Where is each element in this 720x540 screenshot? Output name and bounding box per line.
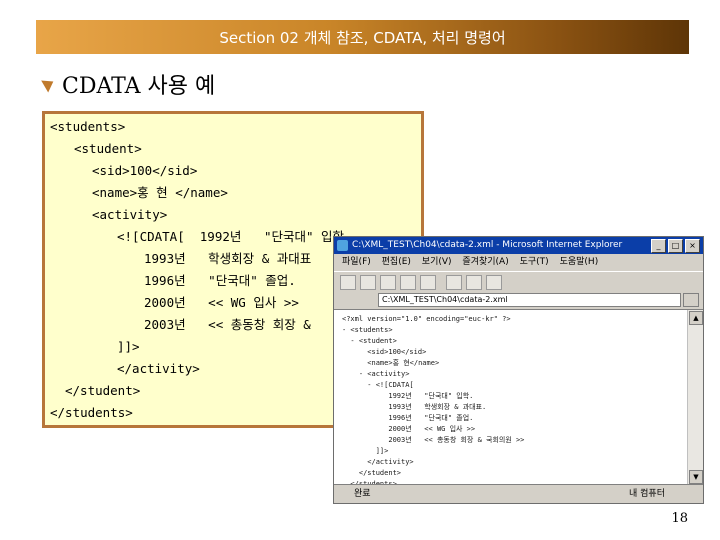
code-line: <student> (74, 141, 142, 156)
browser-title: C:\XML_TEST\Ch04\cdata-2.xml - Microsoft… (352, 240, 623, 250)
code-line: <![CDATA[ 1992년 "단국대" 입학. (117, 229, 352, 244)
browser-toolbar (334, 271, 703, 293)
bullet-icon (41, 75, 57, 93)
search-icon[interactable] (446, 275, 462, 290)
code-line: </student> (65, 383, 141, 398)
menu-edit[interactable]: 편집(E) (382, 257, 411, 267)
code-line: <sid>100</sid> (92, 163, 198, 178)
menu-file[interactable]: 파일(F) (342, 257, 371, 267)
status-bar: 완료 내 컴퓨터 (334, 484, 703, 503)
browser-content: <?xml version="1.0" encoding="euc-kr" ?>… (334, 310, 687, 488)
code-line: 2000년 << WG 입사 >> (144, 295, 299, 310)
scroll-down-icon[interactable]: ▼ (689, 470, 703, 484)
menu-tools[interactable]: 도구(T) (520, 257, 549, 267)
xml-line[interactable]: - <student> (342, 337, 396, 346)
code-line: 1996년 "단국대" 졸업. (144, 273, 296, 288)
refresh-icon[interactable] (400, 275, 416, 290)
vertical-scrollbar[interactable]: ▲ ▼ (687, 310, 703, 485)
xml-line: </student> (342, 469, 402, 477)
browser-menubar: 파일(F) 편집(E) 보기(V) 즐겨찾기(A) 도구(T) 도움말(H) (334, 254, 703, 271)
xml-line: 1996년 "단국대" 졸업. (342, 414, 474, 422)
forward-icon[interactable] (360, 275, 376, 290)
menu-view[interactable]: 보기(V) (422, 257, 452, 267)
browser-window: C:\XML_TEST\Ch04\cdata-2.xml - Microsoft… (333, 236, 704, 504)
maximize-button[interactable]: □ (668, 239, 683, 253)
xml-line: 2000년 << WG 입사 >> (342, 425, 476, 433)
code-line: <students> (50, 119, 126, 134)
address-input[interactable]: C:\XML_TEST\Ch04\cdata-2.xml (378, 293, 681, 307)
menu-help[interactable]: 도움말(H) (560, 257, 599, 267)
code-line: 1993년 학생회장 & 과대표 (144, 251, 312, 266)
back-icon[interactable] (340, 275, 356, 290)
code-line: </students> (50, 405, 133, 420)
xml-line: <sid>100</sid> (342, 348, 427, 356)
xml-line[interactable]: - <activity> (342, 370, 410, 379)
xml-line: <?xml version="1.0" encoding="euc-kr" ?> (342, 315, 511, 323)
minimize-button[interactable]: _ (651, 239, 666, 253)
menu-favorites[interactable]: 즐겨찾기(A) (462, 257, 508, 267)
xml-line: 2003년 << 총동창 회장 & 국회의원 >> (342, 436, 525, 444)
page-number: 18 (671, 511, 688, 526)
slide-header-title: Section 02 개체 참조, CDATA, 처리 명령어 (219, 28, 506, 47)
browser-title-bar[interactable]: C:\XML_TEST\Ch04\cdata-2.xml - Microsoft… (334, 237, 703, 254)
close-button[interactable]: × (685, 239, 700, 253)
scroll-up-icon[interactable]: ▲ (689, 311, 703, 325)
favorites-icon[interactable] (466, 275, 482, 290)
code-line: ]]> (117, 339, 140, 354)
xml-line: 1992년 "단국대" 입학. (342, 392, 474, 400)
go-button[interactable] (683, 293, 699, 307)
ie-logo-icon (337, 240, 348, 251)
home-icon[interactable] (420, 275, 436, 290)
status-text: 완료 (354, 489, 371, 499)
xml-line: ]]> (342, 447, 389, 455)
code-line: <name>홍 현 </name> (92, 185, 228, 200)
heading-text: CDATA 사용 예 (62, 74, 216, 99)
code-line: <activity> (92, 207, 168, 222)
stop-icon[interactable] (380, 275, 396, 290)
xml-line[interactable]: - <![CDATA[ (342, 381, 413, 390)
code-line: </activity> (117, 361, 200, 376)
xml-line: <name>홍 현</name> (342, 359, 440, 367)
address-bar: C:\XML_TEST\Ch04\cdata-2.xml (334, 291, 703, 310)
slide-header: Section 02 개체 참조, CDATA, 처리 명령어 (36, 20, 689, 54)
xml-line[interactable]: - <students> (342, 326, 393, 335)
history-icon[interactable] (486, 275, 502, 290)
zone-text: 내 컴퓨터 (629, 489, 665, 499)
code-line: 2003년 << 총동창 회장 & (144, 317, 311, 332)
xml-line: 1993년 학생회장 & 과대표. (342, 403, 487, 411)
xml-line: </activity> (342, 458, 414, 466)
slide-heading: CDATA 사용 예 (41, 68, 216, 100)
